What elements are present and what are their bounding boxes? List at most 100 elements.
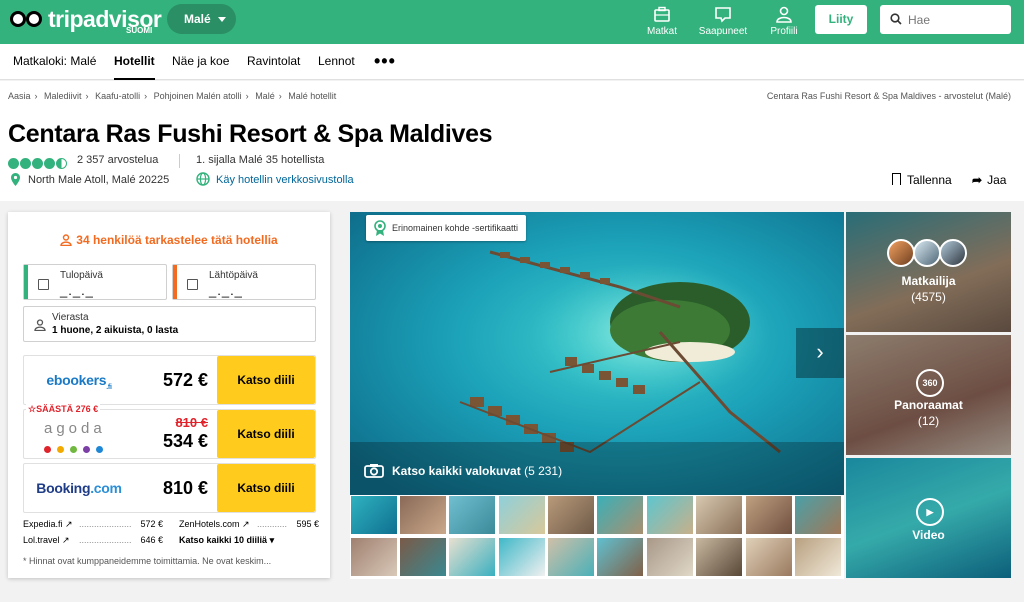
view-deal-button[interactable]: Katso diili xyxy=(217,410,315,458)
rating-half-bubble-icon xyxy=(56,158,67,170)
offer-price: 534 € xyxy=(162,431,208,451)
checkout-field[interactable]: Lähtöpäivä _._._ xyxy=(172,264,316,300)
breadcrumb-item[interactable]: Malediivit xyxy=(44,91,82,101)
join-button[interactable]: Liity xyxy=(815,5,867,34)
breadcrumb-item[interactable]: Kaafu-atolli xyxy=(95,91,140,101)
other-offer-expedia[interactable]: Expedia.fi ↗ .......................... … xyxy=(23,519,163,531)
hotel-address[interactable]: North Male Atoll, Malé 20225 xyxy=(28,174,169,186)
provider-name: Booking xyxy=(36,480,91,496)
save-button[interactable]: Tallenna xyxy=(892,173,952,187)
subnav-item-things-to-do[interactable]: Näe ja koe xyxy=(172,44,229,80)
see-all-deals-link[interactable]: Katso kaikki 10 diiliä ▾ xyxy=(179,535,274,546)
provider-name: ebookers xyxy=(46,372,107,388)
rating-bubbles[interactable] xyxy=(8,155,68,170)
tile-label: Matkailija xyxy=(901,274,956,288)
photo-thumbnail[interactable] xyxy=(448,537,496,577)
photo-thumbnail[interactable] xyxy=(695,537,743,577)
agoda-dots-icon xyxy=(44,440,109,458)
photo-thumbnail[interactable] xyxy=(547,537,595,577)
see-all-photos-link[interactable]: Katso kaikki valokuvat (5 231) xyxy=(364,463,562,478)
search-box[interactable] xyxy=(880,5,1011,34)
photo-thumbnail[interactable] xyxy=(794,537,842,577)
photo-thumbnail[interactable] xyxy=(547,495,595,535)
photo-thumbnail[interactable] xyxy=(399,537,447,577)
hero-photo[interactable]: Erinomainen kohde -sertifikaatti › Katso… xyxy=(350,212,844,495)
search-input[interactable] xyxy=(908,11,1003,28)
photo-thumbnail[interactable] xyxy=(498,537,546,577)
breadcrumb-item[interactable]: Aasia xyxy=(8,91,31,101)
photo-thumbnail[interactable] xyxy=(695,495,743,535)
offer-old-price: 810 € xyxy=(175,415,208,430)
breadcrumb-item[interactable]: Malé hotellit xyxy=(288,91,336,101)
location-button[interactable]: Malé xyxy=(167,4,236,34)
nav-profile-label: Profiili xyxy=(770,26,798,37)
booking-logo: Booking.com xyxy=(24,464,134,512)
video-tile[interactable]: ▶ Video xyxy=(846,458,1011,578)
provider-name: agoda xyxy=(44,420,106,437)
photo-thumbnail[interactable] xyxy=(745,495,793,535)
photo-thumbnail[interactable] xyxy=(646,495,694,535)
subnav-item-restaurants[interactable]: Ravintolat xyxy=(247,44,300,80)
guests-field[interactable]: Vierasta 1 huone, 2 aikuista, 0 lasta xyxy=(23,306,316,342)
caret-down-icon: ▾ xyxy=(269,535,275,545)
photo-thumbnail[interactable] xyxy=(350,495,398,535)
view-deal-button[interactable]: Katso diili xyxy=(217,464,315,512)
photo-thumbnail[interactable] xyxy=(596,537,644,577)
search-icon xyxy=(890,13,902,25)
checkout-value: _._._ xyxy=(209,283,243,298)
other-offer-zenhotels[interactable]: ZenHotels.com ↗ ........................… xyxy=(179,519,319,531)
nav-profile[interactable]: Profiili xyxy=(759,6,809,37)
other-offer-price: 646 € xyxy=(140,535,163,545)
photo-thumbnail[interactable] xyxy=(596,495,644,535)
photo-thumbnail[interactable] xyxy=(745,537,793,577)
play-icon: ▶ xyxy=(916,498,944,526)
people-icon xyxy=(60,234,72,246)
other-offer-name: Expedia.fi ↗ xyxy=(23,519,73,529)
view-deal-button[interactable]: Katso diili xyxy=(217,356,315,404)
ebookers-logo: ebookers.fi xyxy=(24,356,134,404)
subnav-item-travel-guide[interactable]: Matkaloki: Malé xyxy=(13,44,96,80)
traveler-photos-tile[interactable]: Matkailija (4575) xyxy=(846,212,1011,332)
photo-thumbnail[interactable] xyxy=(646,537,694,577)
guests-label: Vierasta xyxy=(52,312,89,323)
subnav-item-flights[interactable]: Lennot xyxy=(318,44,355,80)
logo-subtitle: SUOMI xyxy=(126,26,153,35)
nav-inbox[interactable]: Saapuneet xyxy=(698,6,748,37)
tripadvisor-logo[interactable]: tripadvisor SUOMI xyxy=(8,6,162,38)
breadcrumb-item[interactable]: Pohjoinen Malén atolli xyxy=(154,91,242,101)
location-button-label: Malé xyxy=(184,12,211,26)
certificate-badge[interactable]: Erinomainen kohde -sertifikaatti xyxy=(366,215,527,241)
review-count[interactable]: 2 357 arvostelua xyxy=(77,154,158,166)
photo-thumbnail[interactable] xyxy=(794,495,842,535)
other-offer-name: Lol.travel ↗ xyxy=(23,535,70,545)
page-title: Centara Ras Fushi Resort & Spa Maldives xyxy=(8,120,493,148)
panorama-360-icon: 360 xyxy=(916,369,944,397)
next-photo-button[interactable]: › xyxy=(796,328,844,378)
person-icon xyxy=(776,6,792,23)
offer-row-ebookers[interactable]: ebookers.fi 572 € Katso diili xyxy=(23,355,316,405)
offer-row-agoda[interactable]: ☆SÄÄSTÄ 276 € agoda 810 € 534 € Katso di… xyxy=(23,404,316,459)
dot-leader: .......................... xyxy=(79,535,131,545)
checkin-value: _._._ xyxy=(60,283,94,298)
photo-thumbnail[interactable] xyxy=(498,495,546,535)
other-offer-loltravel[interactable]: Lol.travel ↗ .......................... … xyxy=(23,535,163,547)
hotel-rank[interactable]: 1. sijalla Malé 35 hotellista xyxy=(196,154,324,166)
panoramas-tile[interactable]: 360 Panoraamat (12) xyxy=(846,335,1011,455)
photo-thumbnail[interactable] xyxy=(350,537,398,577)
rating-bubble-icon xyxy=(32,158,43,170)
other-offer-name: ZenHotels.com ↗ xyxy=(179,519,250,529)
offer-row-booking[interactable]: Booking.com 810 € Katso diili xyxy=(23,463,316,513)
more-icon[interactable]: ••• xyxy=(374,52,396,70)
guests-value: 1 huone, 2 aikuista, 0 lasta xyxy=(52,325,179,336)
subnav-item-hotels[interactable]: Hotellit xyxy=(114,44,155,80)
photo-thumbnail[interactable] xyxy=(448,495,496,535)
caret-down-icon xyxy=(217,17,226,23)
photo-thumbnail[interactable] xyxy=(399,495,447,535)
person-icon xyxy=(34,319,46,331)
share-button[interactable]: ➦ Jaa xyxy=(972,173,1006,187)
checkin-label: Tulopäivä xyxy=(60,270,103,281)
hotel-website-link[interactable]: Käy hotellin verkkosivustolla xyxy=(216,174,354,186)
checkin-field[interactable]: Tulopäivä _._._ xyxy=(23,264,167,300)
nav-trips[interactable]: Matkat xyxy=(637,6,687,37)
breadcrumb-item[interactable]: Malé xyxy=(255,91,275,101)
